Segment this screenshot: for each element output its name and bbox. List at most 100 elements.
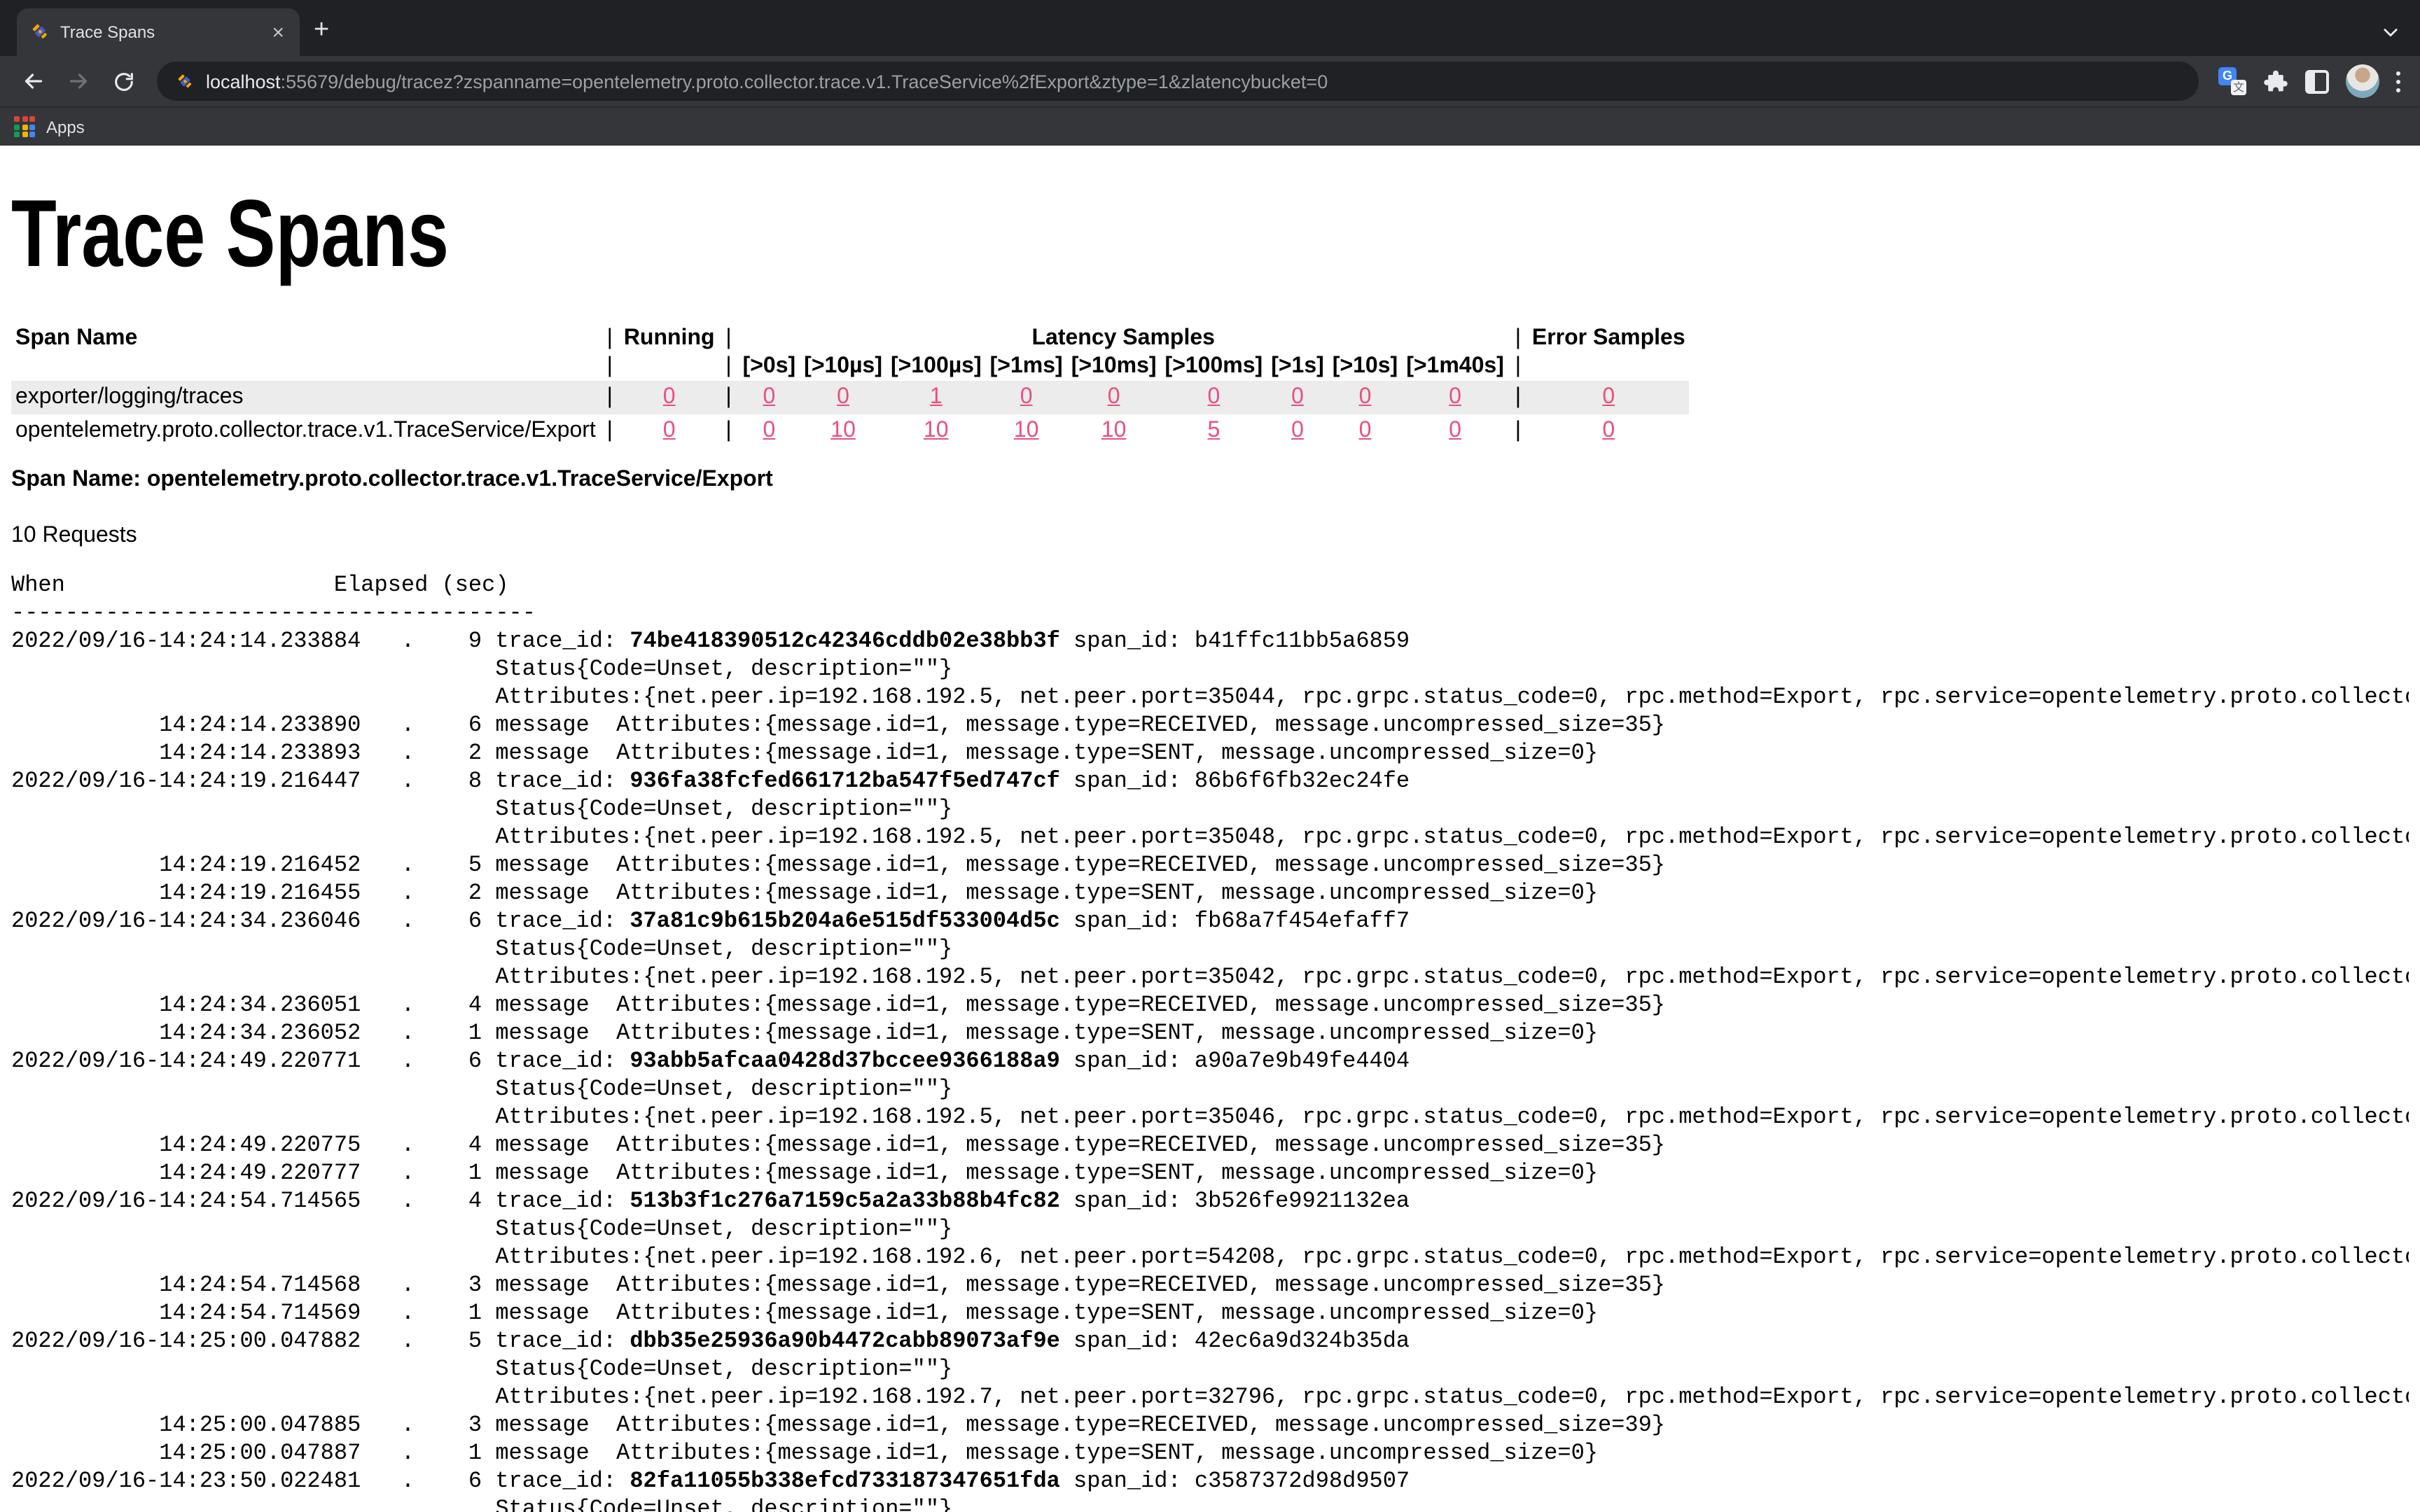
apps-grid-icon[interactable]: [14, 116, 35, 137]
latency-bucket-count-link[interactable]: 10: [924, 419, 949, 442]
trace-id-value: 82fa11055b338efcd733187347651fda: [630, 1469, 1060, 1494]
log-line: Attributes:{net.peer.ip=192.168.192.5, n…: [11, 965, 2409, 990]
latency-bucket-count-link[interactable]: 0: [1359, 419, 1372, 442]
column-separator: |: [719, 353, 739, 381]
running-count-cell: 0: [620, 381, 719, 414]
bucket-header-row: | | [>0s][>10µs][>100µs][>1ms][>10ms][>1…: [11, 353, 1690, 381]
log-line: Status{Code=Unset, description=""}: [11, 657, 952, 682]
requests-count: 10 Requests: [11, 524, 2409, 549]
latency-bucket-cell: 0: [1267, 414, 1328, 448]
side-panel-icon[interactable]: [2305, 69, 2329, 93]
latency-bucket-cell: 0: [1328, 414, 1402, 448]
col-running: Running: [620, 325, 719, 353]
latency-bucket-count-link[interactable]: 1: [930, 385, 943, 409]
trace-id-value: 513b3f1c276a7159c5a2a33b88b4fc82: [630, 1189, 1060, 1214]
address-bar[interactable]: localhost:55679/debug/tracez?zspanname=o…: [157, 62, 2199, 101]
log-line: 2022/09/16-14:23:50.022481 . 6 trace_id:…: [11, 1469, 1410, 1494]
running-count-link[interactable]: 0: [663, 385, 676, 409]
latency-bucket-label: [>10s]: [1328, 353, 1402, 381]
log-line: Attributes:{net.peer.ip=192.168.192.7, n…: [11, 1385, 2409, 1410]
latency-bucket-label: [>1s]: [1267, 353, 1328, 381]
latency-bucket-count-link[interactable]: 0: [1020, 385, 1033, 409]
latency-bucket-count-link[interactable]: 10: [830, 419, 856, 442]
profile-avatar[interactable]: [2346, 64, 2379, 98]
log-line: 14:24:34.236052 . 1 message Attributes:{…: [11, 1021, 1598, 1046]
error-count-cell: 0: [1528, 414, 1690, 448]
tab-trace-spans[interactable]: Trace Spans ×: [17, 8, 300, 56]
latency-bucket-cell: 0: [1161, 381, 1267, 414]
reload-button[interactable]: [104, 62, 143, 101]
latency-bucket-count-link[interactable]: 5: [1207, 419, 1220, 442]
latency-bucket-count-link[interactable]: 0: [1449, 419, 1461, 442]
latency-bucket-cell: 0: [739, 414, 800, 448]
log-line: Status{Code=Unset, description=""}: [11, 1357, 952, 1382]
latency-bucket-cell: 0: [986, 381, 1067, 414]
log-line: 14:25:00.047885 . 3 message Attributes:{…: [11, 1413, 1665, 1438]
span-name-cell: opentelemetry.proto.collector.trace.v1.T…: [11, 414, 600, 448]
latency-bucket-cell: 0: [1067, 381, 1161, 414]
new-tab-button[interactable]: +: [314, 15, 329, 46]
latency-bucket-count-link[interactable]: 0: [1449, 385, 1461, 409]
latency-bucket-count-link[interactable]: 0: [1291, 385, 1304, 409]
column-separator: |: [719, 414, 739, 448]
error-count-link[interactable]: 0: [1602, 385, 1615, 409]
latency-bucket-count-link[interactable]: 0: [1359, 385, 1372, 409]
trace-id-value: 74be418390512c42346cddb02e38bb3f: [630, 629, 1060, 654]
latency-bucket-count-link[interactable]: 0: [763, 419, 775, 442]
running-count-link[interactable]: 0: [663, 419, 676, 442]
browser-menu-icon[interactable]: [2396, 69, 2400, 94]
span-summary-table: Span Name | Running | Latency Samples | …: [11, 325, 1690, 448]
running-count-cell: 0: [620, 414, 719, 448]
span-summary-row: exporter/logging/traces|0|001000000|0: [11, 381, 1690, 414]
col-span-name: Span Name: [11, 325, 600, 353]
apps-shortcut[interactable]: Apps: [46, 117, 85, 136]
latency-bucket-count-link[interactable]: 0: [1291, 419, 1304, 442]
latency-bucket-cell: 0: [800, 381, 886, 414]
bookmarks-bar: Apps: [0, 106, 2420, 146]
tab-close-icon[interactable]: ×: [267, 22, 288, 43]
error-count-cell: 0: [1528, 381, 1690, 414]
log-line: Attributes:{net.peer.ip=192.168.192.5, n…: [11, 825, 2409, 850]
latency-bucket-cell: 0: [1328, 381, 1402, 414]
error-count-link[interactable]: 0: [1602, 419, 1615, 442]
column-separator: |: [1508, 414, 1528, 448]
latency-bucket-cell: 0: [1402, 381, 1508, 414]
url-text: localhost:55679/debug/tracez?zspanname=o…: [206, 71, 1328, 92]
span-name-cell: exporter/logging/traces: [11, 381, 600, 414]
log-line: Status{Code=Unset, description=""}: [11, 937, 952, 962]
forward-button[interactable]: [59, 62, 98, 101]
log-line: When Elapsed (sec): [11, 573, 509, 598]
latency-bucket-count-link[interactable]: 0: [1207, 385, 1220, 409]
latency-bucket-count-link[interactable]: 0: [837, 385, 849, 409]
latency-bucket-label: [>1m40s]: [1402, 353, 1508, 381]
log-line: Attributes:{net.peer.ip=192.168.192.5, n…: [11, 1105, 2409, 1130]
log-line: 14:25:00.047887 . 1 message Attributes:{…: [11, 1441, 1598, 1466]
log-line: Status{Code=Unset, description=""}: [11, 1077, 952, 1102]
log-line: 14:24:14.233890 . 6 message Attributes:{…: [11, 713, 1665, 738]
latency-bucket-cell: 1: [886, 381, 986, 414]
translate-icon[interactable]: G 文: [2218, 67, 2246, 95]
log-line: Status{Code=Unset, description=""}: [11, 797, 952, 822]
trace-id-value: 37a81c9b615b204a6e515df533004d5c: [630, 909, 1060, 934]
log-line: 14:24:54.714569 . 1 message Attributes:{…: [11, 1301, 1598, 1326]
url-path: :55679/debug/tracez?zspanname=openteleme…: [281, 71, 1328, 92]
tab-search-chevron-icon[interactable]: [2381, 22, 2400, 42]
latency-bucket-count-link[interactable]: 0: [763, 385, 775, 409]
latency-bucket-cell: 10: [1067, 414, 1161, 448]
latency-bucket-count-link[interactable]: 10: [1014, 419, 1039, 442]
log-line: 14:24:54.714568 . 3 message Attributes:{…: [11, 1273, 1665, 1298]
log-line: 14:24:19.216452 . 5 message Attributes:{…: [11, 853, 1665, 878]
column-separator: |: [600, 381, 620, 414]
latency-bucket-count-link[interactable]: 0: [1108, 385, 1120, 409]
latency-bucket-count-link[interactable]: 10: [1101, 419, 1127, 442]
back-button[interactable]: [14, 62, 53, 101]
trace-id-value: 936fa38fcfed661712ba547f5ed747cf: [630, 769, 1060, 794]
log-line: Status{Code=Unset, description=""}: [11, 1497, 952, 1512]
tab-title: Trace Spans: [60, 22, 267, 42]
log-line: 14:24:34.236051 . 4 message Attributes:{…: [11, 993, 1665, 1018]
span-summary-row: opentelemetry.proto.collector.trace.v1.T…: [11, 414, 1690, 448]
extensions-puzzle-icon[interactable]: [2263, 69, 2288, 94]
column-separator: |: [1508, 353, 1528, 381]
log-line: 14:24:49.220775 . 4 message Attributes:{…: [11, 1133, 1665, 1158]
log-line: 2022/09/16-14:25:00.047882 . 5 trace_id:…: [11, 1329, 1410, 1354]
